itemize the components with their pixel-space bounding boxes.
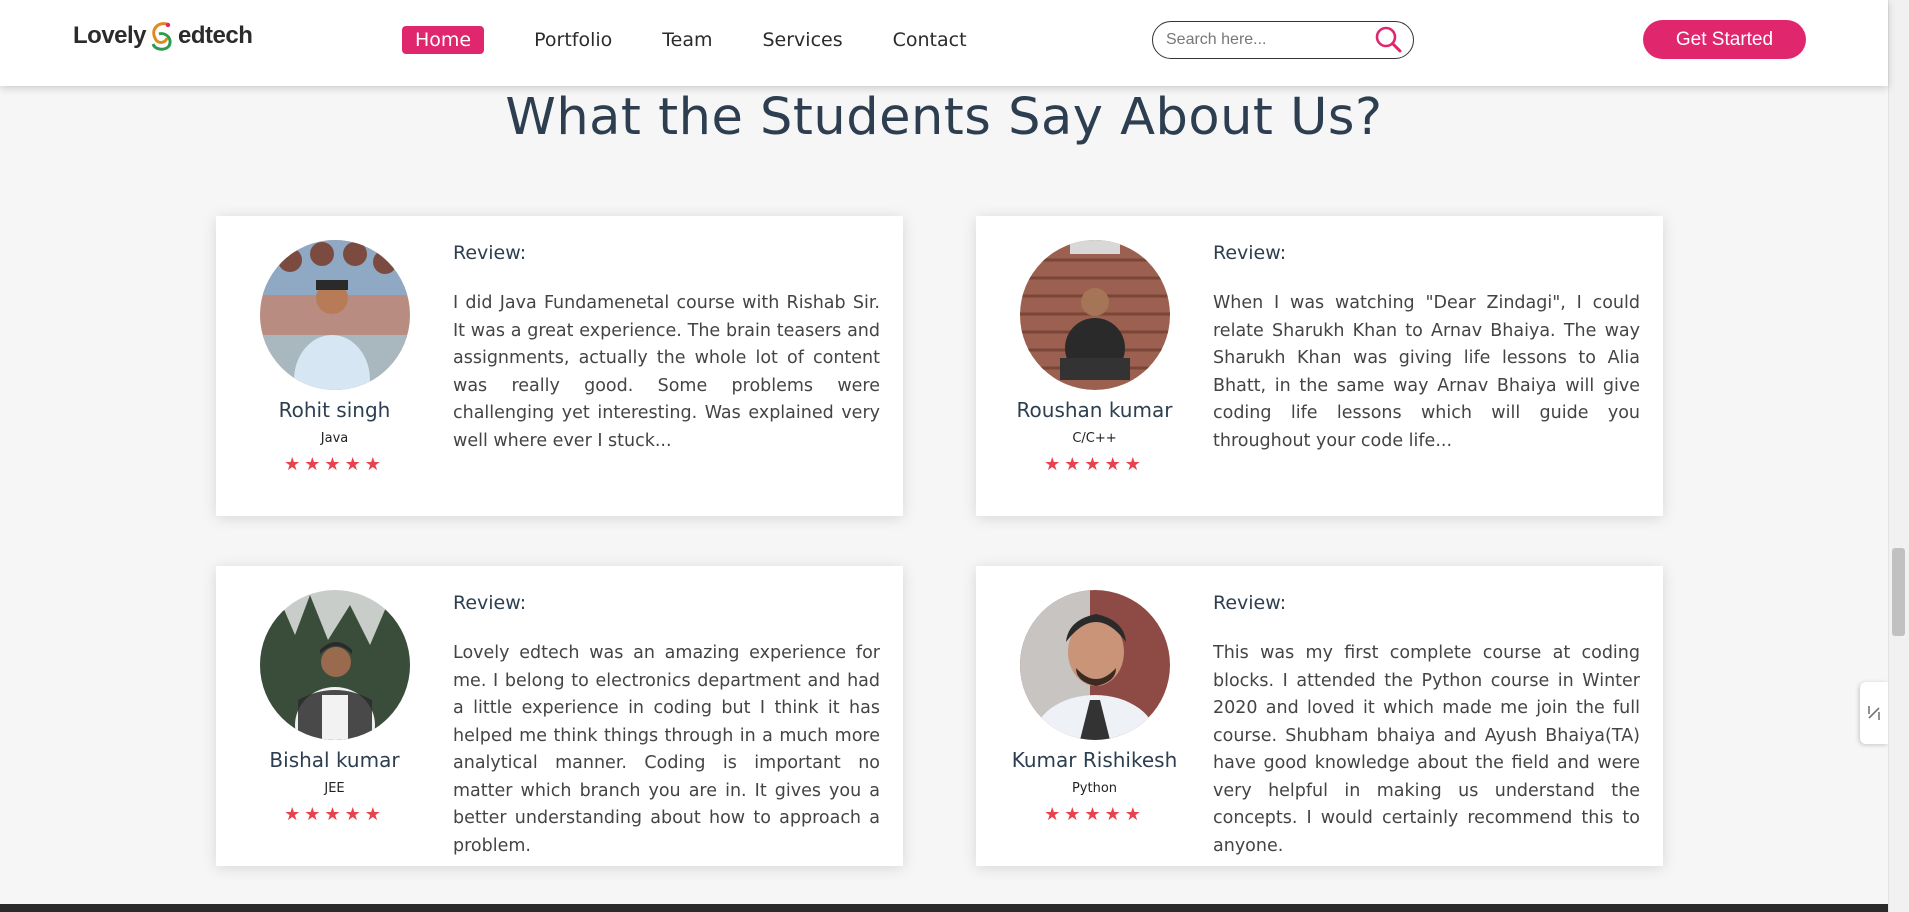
- avatar: [1019, 240, 1170, 390]
- student-name: Roushan kumar: [1016, 398, 1173, 422]
- student-profile: Bishal kumar JEE ★★★★★: [216, 590, 453, 825]
- side-widget-tab[interactable]: [1860, 682, 1888, 744]
- student-name: Kumar Rishikesh: [1011, 748, 1178, 772]
- student-profile: Kumar Rishikesh Python ★★★★★: [976, 590, 1213, 825]
- get-started-button[interactable]: Get Started: [1643, 20, 1806, 59]
- brand-logo[interactable]: Lovely edtech: [73, 20, 253, 52]
- review-block: Review: I did Java Fundamenetal course w…: [453, 242, 880, 516]
- nav-contact[interactable]: Contact: [883, 26, 977, 54]
- review-block: Review: This was my first complete cours…: [1213, 592, 1640, 866]
- avatar: [259, 590, 410, 740]
- student-profile: Roushan kumar C/C++ ★★★★★: [976, 240, 1213, 475]
- slider-handle-icon: [1868, 706, 1880, 720]
- review-block: Review: When I was watching "Dear Zindag…: [1213, 242, 1640, 516]
- star-rating: ★★★★★: [1044, 454, 1145, 475]
- student-profile: Rohit singh Java ★★★★★: [216, 240, 453, 475]
- student-course: Java: [320, 431, 349, 446]
- testimonial-card: Roushan kumar C/C++ ★★★★★ Review: When I…: [976, 216, 1663, 516]
- section-title: What the Students Say About Us?: [505, 88, 1383, 147]
- review-heading: Review:: [453, 242, 527, 264]
- star-rating: ★★★★★: [284, 804, 385, 825]
- testimonial-card: Kumar Rishikesh Python ★★★★★ Review: Thi…: [976, 566, 1663, 866]
- nav-home[interactable]: Home: [402, 26, 485, 54]
- avatar: [259, 240, 410, 390]
- footer-edge: [0, 904, 1888, 912]
- student-course: Python: [1071, 781, 1118, 796]
- student-course: C/C++: [1072, 431, 1117, 446]
- review-block: Review: Lovely edtech was an amazing exp…: [453, 592, 880, 866]
- search-box: [1152, 21, 1414, 59]
- testimonial-card: Rohit singh Java ★★★★★ Review: I did Jav…: [216, 216, 903, 516]
- logo-text-right: edtech: [178, 22, 253, 49]
- student-course: JEE: [324, 781, 345, 796]
- review-text: Lovely edtech was an amazing experience …: [453, 643, 880, 856]
- student-name: Rohit singh: [278, 398, 391, 422]
- search-icon[interactable]: [1373, 25, 1403, 55]
- site-header: Lovely edtech Home Portfolio Team Servic…: [0, 0, 1888, 86]
- review-heading: Review:: [1213, 592, 1287, 614]
- page-scrollbar[interactable]: [1888, 0, 1909, 912]
- nav-team[interactable]: Team: [652, 26, 722, 54]
- review-heading: Review:: [453, 592, 527, 614]
- nav-portfolio[interactable]: Portfolio: [524, 26, 622, 54]
- main-nav: Home Portfolio Team Services Contact: [402, 26, 1007, 54]
- testimonial-card: Bishal kumar JEE ★★★★★ Review: Lovely ed…: [216, 566, 903, 866]
- review-text: I did Java Fundamenetal course with Rish…: [453, 293, 880, 451]
- star-rating: ★★★★★: [284, 454, 385, 475]
- star-rating: ★★★★★: [1044, 804, 1145, 825]
- search-input[interactable]: [1166, 31, 1373, 49]
- logo-text-left: Lovely: [73, 22, 147, 49]
- review-heading: Review:: [1213, 242, 1287, 264]
- review-text: This was my first complete course at cod…: [1213, 643, 1640, 856]
- student-name: Bishal kumar: [269, 748, 400, 772]
- logo-mark-icon: [151, 22, 172, 51]
- nav-services[interactable]: Services: [753, 26, 853, 54]
- avatar: [1019, 590, 1170, 740]
- review-text: When I was watching "Dear Zindagi", I co…: [1213, 293, 1640, 451]
- scrollbar-thumb[interactable]: [1892, 548, 1905, 636]
